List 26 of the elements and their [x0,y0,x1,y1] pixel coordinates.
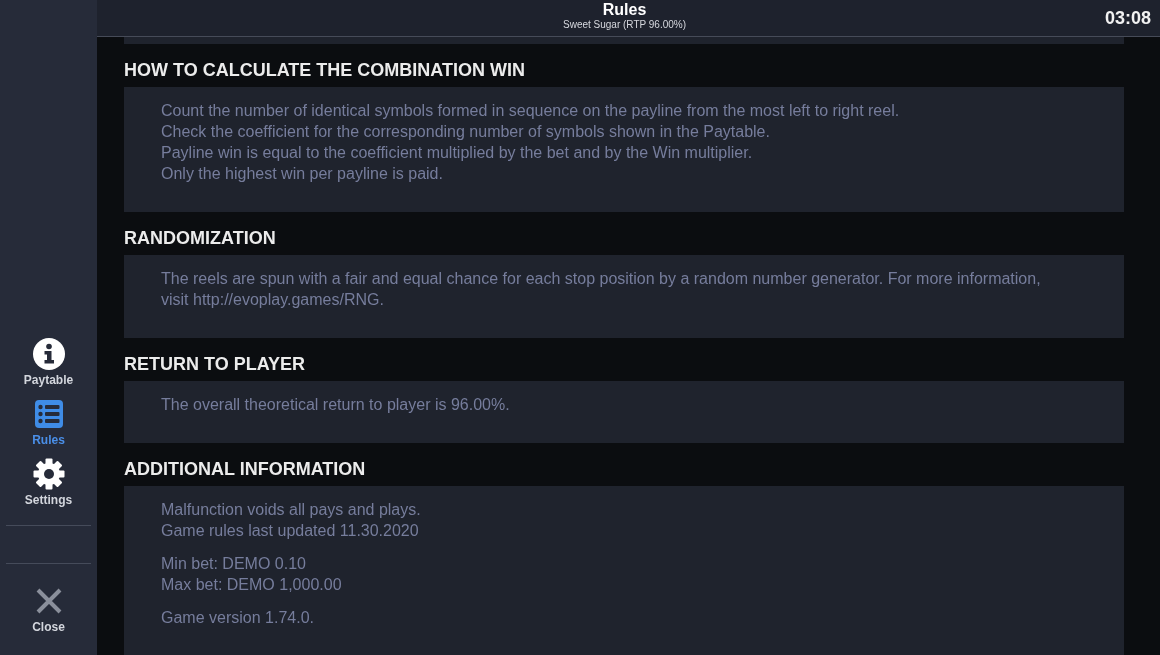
rule-text: Malfunction voids all pays and plays. [161,500,421,520]
rule-text: Max bet: DEMO 1,000.00 [161,575,342,595]
rule-text: Count the number of identical symbols formed in sequence on the payline from the most left to right reel. [161,101,900,121]
rule-text: Check the coefficient for the corresponding number of symbols shown in the Paytable. [161,122,770,142]
section-heading: RANDOMIZATION [124,227,276,250]
rule-text: The overall theoretical return to player is 96.00%. [161,395,510,415]
info-icon [32,338,65,370]
sidebar-tab[interactable]: Paytable [8,338,89,398]
rule-text: The reels are spun with a fair and equal chance for each stop position by a random number generator. For more information, visit http://evoplay.games/RNG. [161,269,1042,310]
rule-text: Min bet: DEMO 0.10 [161,554,306,574]
rule-text: Game version 1.74.0. [161,608,314,628]
close-icon [34,587,63,615]
close-button[interactable]: Close [8,585,89,645]
section-heading: RETURN TO PLAYER [124,353,306,376]
clock-time: 03:08 [1104,7,1151,29]
game-subtitle: Sweet Sugar (RTP 96.00%) [563,19,686,31]
rule-text: Payline win is equal to the coefficient multiplied by the bet and by the Win multiplier. [161,143,753,163]
window-title: Rules [602,1,647,19]
rule-text: Only the highest win per payline is paid. [161,164,443,184]
sidebar-tab[interactable]: Rules [8,398,89,458]
section-heading: HOW TO CALCULATE THE COMBINATION WIN [124,59,525,82]
list-icon [34,400,63,428]
settings-icon [32,458,65,490]
rule-text: Game rules last updated 11.30.2020 [161,521,419,541]
section-heading: ADDITIONAL INFORMATION [124,458,366,481]
sidebar-tab[interactable]: Settings [8,458,89,518]
